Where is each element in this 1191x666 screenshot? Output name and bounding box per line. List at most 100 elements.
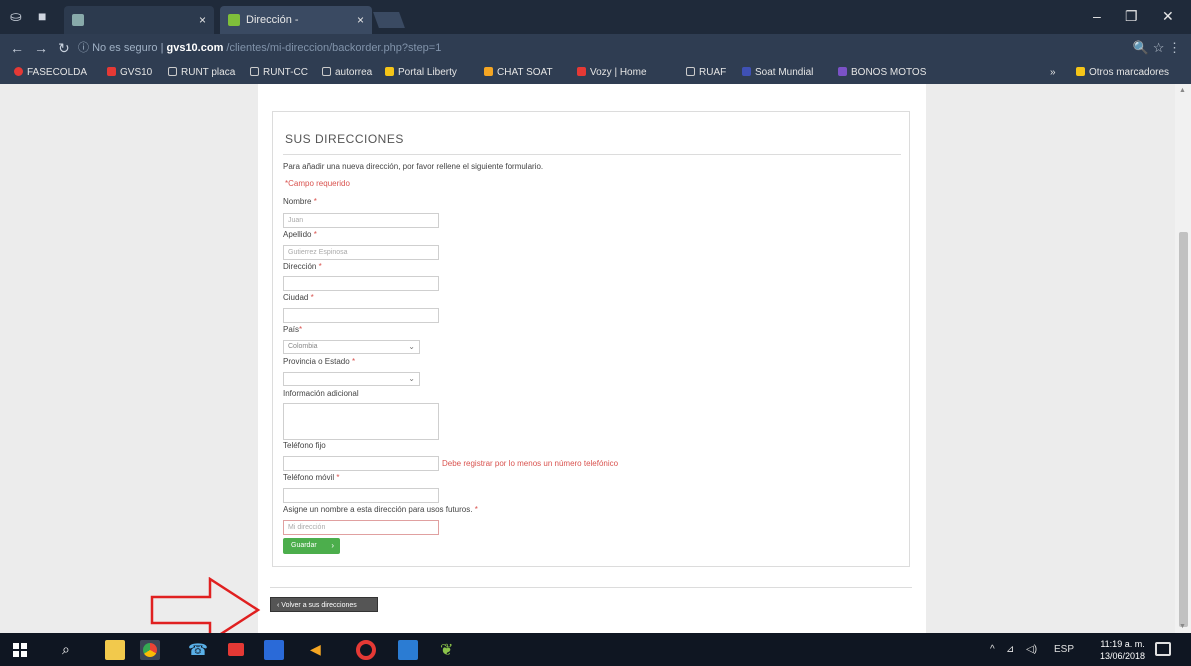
pais-label: País* xyxy=(283,325,303,334)
nombre-label: Nombre * xyxy=(283,197,317,206)
bookmark-ruaf[interactable]: RUAF xyxy=(686,67,726,78)
url-path: /clientes/mi-direccion/backorder.php?ste… xyxy=(226,42,442,54)
language-indicator[interactable]: ESP xyxy=(1054,644,1074,655)
alias-input[interactable]: Mi dirección xyxy=(283,520,439,535)
nombre-input[interactable]: Juan xyxy=(283,213,439,228)
chrome-icon[interactable] xyxy=(140,640,160,660)
bookmark-label: CHAT SOAT xyxy=(497,67,553,78)
bookmark-icon xyxy=(838,67,847,76)
info-adicional-textarea[interactable] xyxy=(283,403,439,440)
network-icon[interactable]: ⊿ xyxy=(1006,644,1014,655)
scroll-thumb[interactable] xyxy=(1179,232,1188,627)
clock-time: 11:19 a. m. xyxy=(1100,639,1145,649)
page-scrollbar[interactable]: ▲ ▼ xyxy=(1175,84,1191,633)
page-icon xyxy=(168,67,177,76)
tab-1[interactable]: × xyxy=(64,6,214,34)
page-viewport: SUS DIRECCIONES Para añadir una nueva di… xyxy=(0,84,1191,633)
bookmark-icon xyxy=(577,67,586,76)
direccion-input[interactable] xyxy=(283,276,439,291)
bookmark-label: Portal Liberty xyxy=(398,67,457,78)
phone-icon[interactable]: ☎ xyxy=(188,640,208,660)
other-bookmarks[interactable]: Otros marcadores xyxy=(1076,67,1169,78)
bookmark-icon xyxy=(385,67,394,76)
bookmark-gvs10[interactable]: GVS10 xyxy=(107,67,152,78)
bookmark-label: RUNT-CC xyxy=(263,67,308,78)
scroll-down-icon[interactable]: ▼ xyxy=(1179,623,1186,630)
chevron-down-icon: ⌄ xyxy=(408,374,415,383)
bookmark-label: Otros marcadores xyxy=(1089,67,1170,78)
back-to-addresses-button[interactable]: ‹ Volver a sus direcciones xyxy=(270,597,378,612)
bookmark-label: Soat Mundial xyxy=(755,67,814,78)
volume-icon[interactable]: ◁) xyxy=(1026,644,1037,655)
opera-icon[interactable] xyxy=(356,640,376,660)
scroll-up-icon[interactable]: ▲ xyxy=(1179,87,1186,94)
info-icon[interactable]: ⓘ xyxy=(78,42,92,54)
bookmark-fasecolda[interactable]: FASECOLDA xyxy=(14,67,87,78)
bookmark-icon xyxy=(14,67,23,76)
save-button[interactable]: Guardar › xyxy=(283,538,340,554)
bookmark-autorrea[interactable]: autorrea xyxy=(322,67,372,78)
bookmark-vozy[interactable]: Vozy | Home xyxy=(577,67,647,78)
maximize-icon[interactable]: ❐ xyxy=(1125,8,1138,25)
bookmark-star-icon[interactable]: 🔍 ☆ ⋮ xyxy=(1133,40,1181,56)
file-explorer-icon[interactable] xyxy=(105,640,125,660)
chevron-left-icon: ‹ xyxy=(277,602,280,609)
clock[interactable]: 11:19 a. m. 13/06/2018 xyxy=(1100,638,1145,662)
close-tab-icon[interactable]: × xyxy=(199,13,206,27)
bookmark-runt-cc[interactable]: RUNT-CC xyxy=(250,67,308,78)
address-bar: ← → ↻ ⓘ No es seguro | gvs10.com /client… xyxy=(0,34,1191,62)
bookmark-portal-liberty[interactable]: Portal Liberty xyxy=(385,67,457,78)
telefono-fijo-label: Teléfono fijo xyxy=(283,441,326,450)
page-icon xyxy=(250,67,259,76)
title-bar: ⛀ ■ × Dirección - × – ❐ ✕ xyxy=(0,0,1191,34)
search-icon[interactable]: ⌕ xyxy=(62,641,70,658)
apellido-label: Apellido * xyxy=(283,230,317,239)
bookmark-chat-soat[interactable]: CHAT SOAT xyxy=(484,67,553,78)
ciudad-input[interactable] xyxy=(283,308,439,323)
page-icon xyxy=(686,67,695,76)
required-note: *Campo requerido xyxy=(285,179,350,188)
bookmark-label: BONOS MOTOS xyxy=(851,67,927,78)
bookmark-label: GVS10 xyxy=(120,67,153,78)
clock-date: 13/06/2018 xyxy=(1100,651,1146,661)
arrow-app-icon[interactable]: ◀ xyxy=(310,641,321,658)
bookmark-bonos-motos[interactable]: BONOS MOTOS xyxy=(838,67,926,78)
favicon-icon xyxy=(228,14,240,26)
windows-start-icon[interactable] xyxy=(13,643,27,657)
bookmark-runt-placa[interactable]: RUNT placa xyxy=(168,67,235,78)
trello-icon[interactable] xyxy=(264,640,284,660)
url-domain: gvs10.com xyxy=(166,42,224,54)
notifications-icon[interactable] xyxy=(1155,642,1171,656)
bookmarks-overflow-icon[interactable]: » xyxy=(1050,67,1056,78)
new-tab-button[interactable] xyxy=(373,12,405,28)
show-hidden-icons-icon[interactable]: ^ xyxy=(990,644,995,655)
telefono-error-message: Debe registrar por lo menos un número te… xyxy=(442,459,619,468)
apellido-input[interactable]: Gutierrez Espinosa xyxy=(283,245,439,260)
annotation-arrow-icon xyxy=(150,577,261,633)
bookmark-label: FASECOLDA xyxy=(27,67,88,78)
tab-direccion[interactable]: Dirección - × xyxy=(220,6,372,34)
close-tab-icon[interactable]: × xyxy=(357,13,364,27)
back-icon[interactable]: ← xyxy=(10,40,24,56)
minimize-icon[interactable]: – xyxy=(1093,8,1101,24)
pais-select[interactable]: Colombia ⌄ xyxy=(283,340,420,354)
app-menu-icon[interactable]: ⛀ xyxy=(10,8,22,25)
favicon-icon xyxy=(72,14,84,26)
forward-icon[interactable]: → xyxy=(34,40,48,56)
bookmark-soat-mundial[interactable]: Soat Mundial xyxy=(742,67,813,78)
app-icon[interactable]: ❦ xyxy=(440,640,453,660)
outlook-icon[interactable] xyxy=(398,640,418,660)
save-button-label: Guardar xyxy=(291,542,317,549)
page-title: SUS DIRECCIONES xyxy=(285,132,404,146)
telefono-fijo-input[interactable] xyxy=(283,456,439,471)
provincia-select[interactable]: ⌄ xyxy=(283,372,420,386)
profile-icon[interactable]: ■ xyxy=(38,8,46,24)
url-input[interactable]: ⓘ No es seguro | gvs10.com /clientes/mi-… xyxy=(78,39,1098,57)
telefono-movil-input[interactable] xyxy=(283,488,439,503)
security-label: No es seguro xyxy=(92,42,158,54)
mail-icon[interactable] xyxy=(228,643,244,656)
bookmark-icon xyxy=(484,67,493,76)
reload-icon[interactable]: ↻ xyxy=(58,40,70,57)
close-window-icon[interactable]: ✕ xyxy=(1162,8,1174,25)
chevron-right-icon: › xyxy=(331,541,334,550)
